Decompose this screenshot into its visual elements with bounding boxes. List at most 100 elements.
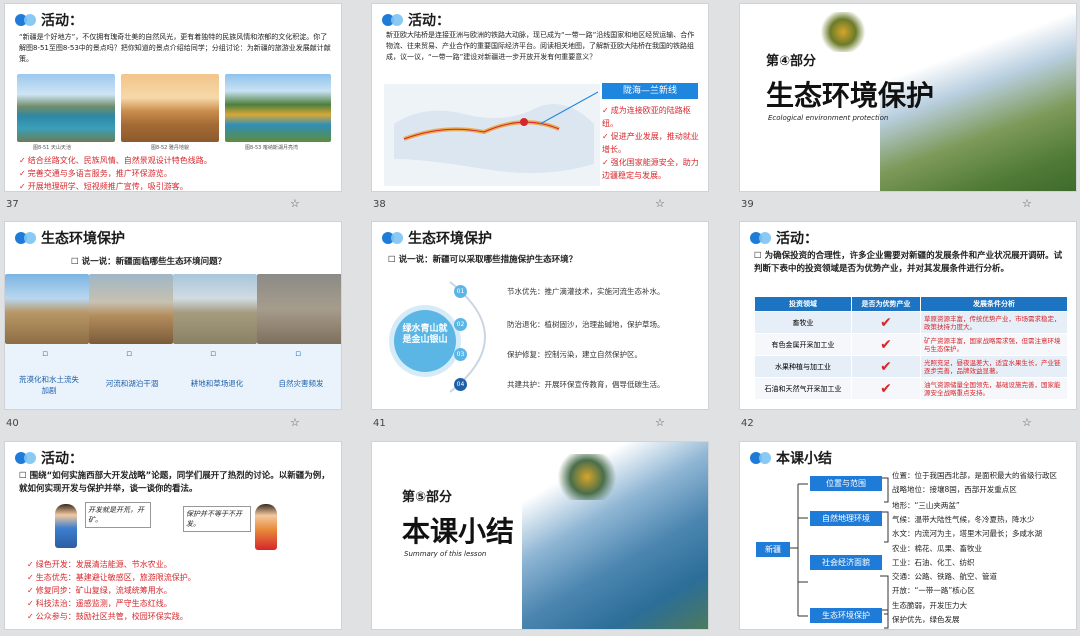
- photo-kanas: [225, 74, 331, 142]
- slide-40-thumbnail[interactable]: 生态环境保护 ☐ 说一说：新疆面临哪些生态环境问题？ ▫ ▫ ▫ ▫ 荒漠化和水…: [4, 221, 342, 410]
- part-label: 第④部分: [766, 54, 817, 69]
- measure-text: 节水优先：推广滴灌技术，实施河流生态补水。: [507, 287, 665, 296]
- girl-cartoon-icon: [255, 504, 277, 550]
- question-text: 说一说：新疆可以采取哪些措施保护生态环境？: [398, 255, 578, 265]
- connector-line: [540, 91, 599, 125]
- check-mark-icon: ✔: [851, 311, 921, 334]
- answer-list: 结合丝路文化、民族风情、自然景观设计特色线路。 完善交通与多语言服务，推广环保游…: [19, 154, 212, 191]
- slide-41-thumbnail[interactable]: 生态环境保护 ☐ 说一说：新疆可以采取哪些措施保护生态环境？ 绿水青山就是金山银…: [371, 221, 709, 410]
- slide-45-thumbnail[interactable]: 本课小结 新疆 位置与范围 自然地理环境 社会经济面貌 生态环境保护 位置：位于…: [739, 441, 1077, 630]
- tree-branch: 位置与范围: [810, 476, 882, 491]
- measure-text: 防治退化：植树固沙，治理盐碱地，保护草场。: [507, 320, 665, 329]
- table-cell-analysis: 光照充足，昼夜温差大，适宜水果生长，产业链逐步完善，品牌效益显著。: [920, 355, 1068, 378]
- tree-leaf: 开放：“一带一路”核心区: [892, 586, 975, 595]
- checkbox-icon: ☐: [71, 257, 82, 267]
- problem-label: 耕地和草场退化: [190, 379, 244, 388]
- check-mark-icon: ✔: [851, 333, 921, 356]
- tree-leaf: 工业：石油、化工、纺织: [892, 558, 975, 567]
- title-bullet-icon: [382, 14, 404, 26]
- part-label: 第⑤部分: [402, 490, 453, 505]
- boy-cartoon-icon: [55, 504, 77, 548]
- table-cell-analysis: 油气资源储量全国领先，基础设施完善，国家能源安全战略重点支持。: [920, 377, 1068, 400]
- table-row: 畜牧业 ✔ 草原资源丰富，传统优势产业，市场需求稳定，政策扶持力度大。: [754, 311, 1068, 334]
- title-bullet-icon: [750, 452, 772, 464]
- tree-branch: 自然地理环境: [810, 511, 882, 526]
- tree-leaf: 生态脆弱，开发压力大: [892, 601, 967, 610]
- title-bullet-icon: [750, 232, 772, 244]
- tree-branch: 社会经济面貌: [810, 555, 882, 570]
- star-icon[interactable]: ☆: [655, 197, 665, 210]
- slide-37-thumbnail[interactable]: 活动： “新疆是个好地方”，不仅拥有瑰奇壮美的自然风光，更有着独特的民族风情和浓…: [4, 3, 342, 192]
- tree-branch: 生态环境保护: [810, 608, 882, 623]
- photo-tianchi: [17, 74, 115, 142]
- slide-number: 42: [741, 418, 754, 429]
- measure-text: 保护修复：控制污染，建立自然保护区。: [507, 350, 642, 359]
- photo-sandstorm: [257, 274, 341, 344]
- slide-intro: ☐ 为确保投资的合理性，许多企业需要对新疆的发展条件和产业状况展开调研。试判断下…: [754, 250, 1068, 276]
- table-cell-field: 畜牧业: [754, 311, 852, 334]
- tree-leaf: 水文：内流河为主，塔里木河最长；多咸水湖: [892, 529, 1042, 538]
- slide-intro: 新亚欧大陆桥是连接亚洲与欧洲的铁路大动脉，现已成为“一带一路”沿线国家和地区经贸…: [386, 31, 695, 61]
- slide-question: ☐ 说一说：新疆面临哪些生态环境问题？: [71, 256, 226, 268]
- star-icon[interactable]: ☆: [1022, 197, 1032, 210]
- slide-39-thumbnail[interactable]: 第④部分 生态环境保护 Ecological environment prote…: [739, 3, 1077, 192]
- tree-leaf: 农业：棉花、瓜果、畜牧业: [892, 544, 982, 553]
- tree-root: 新疆: [756, 542, 790, 557]
- answer-list: 成为连接欧亚的陆路枢纽。 促进产业发展，推动就业增长。 强化国家能源安全，助力边…: [602, 104, 706, 182]
- photo-yardang: [121, 74, 219, 142]
- investment-table: 投资领域 是否为优势产业 发展条件分析 畜牧业 ✔ 草原资源丰富，传统优势产业，…: [754, 296, 1068, 400]
- paint-splash-icon: [818, 12, 868, 52]
- check-mark-icon: ✔: [851, 355, 921, 378]
- measure-number: 04: [454, 378, 467, 391]
- star-icon[interactable]: ☆: [1022, 416, 1032, 429]
- photo-caption: 图8-51 天山天池: [33, 145, 71, 151]
- photo-desertification: [5, 274, 89, 344]
- paint-splash-icon: [552, 454, 622, 500]
- photo-degraded-grassland: [173, 274, 257, 344]
- slide-42-thumbnail[interactable]: 活动： ☐ 为确保投资的合理性，许多企业需要对新疆的发展条件和产业状况展开调研。…: [739, 221, 1077, 410]
- slide-title: 活动：: [776, 231, 818, 247]
- measure-number: 01: [454, 285, 467, 298]
- slide-number: 38: [373, 199, 386, 210]
- measure-number: 02: [454, 318, 467, 331]
- answer-item: 结合丝路文化、民族风情、自然景观设计特色线路。: [19, 154, 212, 167]
- answer-item: 公众参与：鼓励社区共管，校园环保实践。: [27, 610, 196, 623]
- checkbox-icon: ☐: [388, 255, 399, 265]
- speech-bubble-left: 开发就是开荒，开矿。: [85, 502, 151, 528]
- table-cell-field: 石油和天然气开采加工业: [754, 377, 852, 400]
- answer-list: 绿色开发：发展清洁能源、节水农业。 生态优先：基建避让敏感区，旅游限流保护。 修…: [27, 558, 196, 623]
- table-header: 是否为优势产业: [851, 296, 921, 312]
- table-row: 有色金属开采加工业 ✔ 矿产资源丰富，国家战略需求强，但需注意环境与生态保护。: [754, 333, 1068, 356]
- answer-item: 促进产业发展，推动就业增长。: [602, 130, 706, 156]
- table-header: 发展条件分析: [920, 296, 1068, 312]
- slide-38-thumbnail[interactable]: 活动： 新亚欧大陆桥是连接亚洲与欧洲的铁路大动脉，现已成为“一带一路”沿线国家和…: [371, 3, 709, 192]
- star-icon[interactable]: ☆: [290, 197, 300, 210]
- question-text: 说一说：新疆面临哪些生态环境问题？: [81, 257, 227, 267]
- slide-intro: ☐ 围绕“如何实施西部大开发战略”论题，同学们展开了热烈的讨论。以新疆为例，就如…: [19, 470, 333, 496]
- title-bullet-icon: [15, 452, 37, 464]
- slide-44-thumbnail[interactable]: 第⑤部分 本课小结 Summary of this lesson: [371, 441, 709, 630]
- tree-leaf: 交通：公路、铁路、航空、管道: [892, 572, 997, 581]
- checkbox-icon: ☐: [754, 251, 765, 261]
- title-bullet-icon: [15, 14, 37, 26]
- answer-item: 生态优先：基建避让敏感区，旅游限流保护。: [27, 571, 196, 584]
- answer-item: 修复同步：矿山复绿，流域统筹用水。: [27, 584, 196, 597]
- tree-leaf: 战略地位：接壤8国，西部开发重点区: [892, 485, 1017, 494]
- problem-label: 自然灾害频发: [278, 379, 324, 388]
- table-cell-analysis: 草原资源丰富，传统优势产业，市场需求稳定，政策扶持力度大。: [920, 311, 1068, 334]
- star-icon[interactable]: ☆: [290, 416, 300, 429]
- photo-dry-lake: [89, 274, 173, 344]
- answer-item: 绿色开发：发展清洁能源、节水农业。: [27, 558, 196, 571]
- slide-title: 活动：: [41, 451, 83, 467]
- slide-number: 40: [6, 418, 19, 429]
- slide-title: 活动：: [41, 13, 83, 29]
- slide-question: ☐ 说一说：新疆可以采取哪些措施保护生态环境？: [388, 254, 577, 266]
- tree-leaf: 保护优先，绿色发展: [892, 615, 960, 624]
- speech-bubble-right: 保护并不等于不开发。: [183, 506, 251, 532]
- slide-43-thumbnail[interactable]: 活动： ☐ 围绕“如何实施西部大开发战略”论题，同学们展开了热烈的讨论。以新疆为…: [4, 441, 342, 630]
- answer-item: 开展地理研学、短视频推广宣传，吸引游客。: [19, 180, 212, 191]
- star-icon[interactable]: ☆: [655, 416, 665, 429]
- route-label: 陇海—兰新线: [602, 83, 698, 99]
- photo-caption: 图8-53 喀纳斯湖月亮湾: [245, 145, 298, 151]
- table-header: 投资领域: [754, 296, 852, 312]
